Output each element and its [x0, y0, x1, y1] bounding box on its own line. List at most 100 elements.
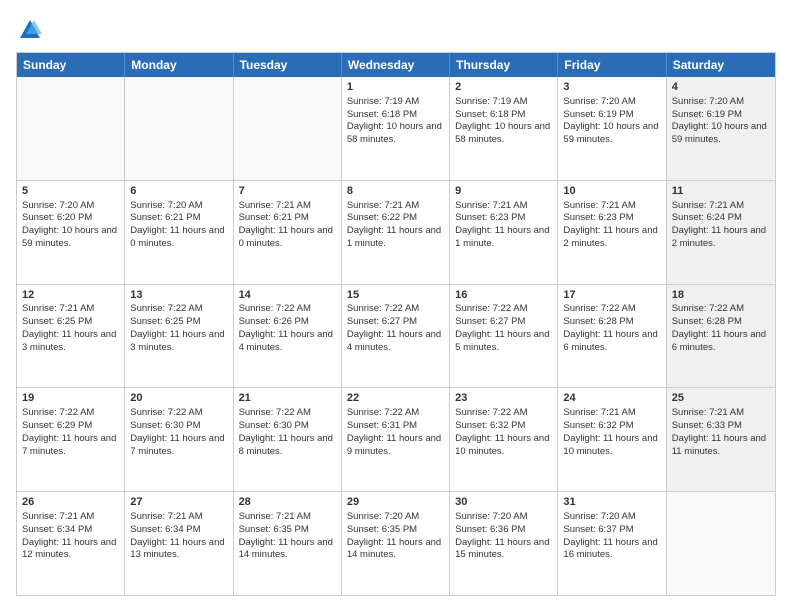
cal-cell-r0-c0 — [17, 77, 125, 180]
day-info-line: Daylight: 11 hours and 8 minutes. — [239, 433, 336, 459]
day-info-line: Daylight: 11 hours and 5 minutes. — [455, 329, 552, 355]
day-info-line: Daylight: 10 hours and 58 minutes. — [455, 121, 552, 147]
cal-cell-r0-c3: 1Sunrise: 7:19 AMSunset: 6:18 PMDaylight… — [342, 77, 450, 180]
day-info-line: Sunset: 6:20 PM — [22, 212, 119, 225]
calendar-header: SundayMondayTuesdayWednesdayThursdayFrid… — [17, 53, 775, 77]
day-number: 14 — [239, 288, 336, 303]
day-number: 26 — [22, 495, 119, 510]
day-info-line: Sunset: 6:28 PM — [563, 316, 660, 329]
cal-cell-r3-c1: 20Sunrise: 7:22 AMSunset: 6:30 PMDayligh… — [125, 388, 233, 491]
day-number: 2 — [455, 80, 552, 95]
day-info-line: Sunrise: 7:21 AM — [672, 200, 770, 213]
cal-cell-r1-c6: 11Sunrise: 7:21 AMSunset: 6:24 PMDayligh… — [667, 181, 775, 284]
day-number: 29 — [347, 495, 444, 510]
day-info-line: Daylight: 11 hours and 10 minutes. — [563, 433, 660, 459]
day-number: 6 — [130, 184, 227, 199]
day-info-line: Sunrise: 7:22 AM — [130, 407, 227, 420]
day-info-line: Daylight: 11 hours and 6 minutes. — [563, 329, 660, 355]
day-info-line: Sunset: 6:22 PM — [347, 212, 444, 225]
day-info-line: Sunset: 6:34 PM — [22, 524, 119, 537]
day-number: 10 — [563, 184, 660, 199]
day-info-line: Daylight: 11 hours and 12 minutes. — [22, 537, 119, 563]
day-info-line: Daylight: 11 hours and 0 minutes. — [239, 225, 336, 251]
page: SundayMondayTuesdayWednesdayThursdayFrid… — [0, 0, 792, 612]
calendar-body: 1Sunrise: 7:19 AMSunset: 6:18 PMDaylight… — [17, 77, 775, 595]
day-info-line: Daylight: 11 hours and 1 minute. — [347, 225, 444, 251]
day-info-line: Sunrise: 7:20 AM — [347, 511, 444, 524]
day-info-line: Sunset: 6:33 PM — [672, 420, 770, 433]
day-info-line: Sunrise: 7:21 AM — [347, 200, 444, 213]
day-info-line: Sunset: 6:19 PM — [563, 109, 660, 122]
cal-cell-r2-c4: 16Sunrise: 7:22 AMSunset: 6:27 PMDayligh… — [450, 285, 558, 388]
day-number: 8 — [347, 184, 444, 199]
day-info-line: Daylight: 11 hours and 14 minutes. — [347, 537, 444, 563]
day-info-line: Daylight: 11 hours and 4 minutes. — [347, 329, 444, 355]
cal-cell-r4-c6 — [667, 492, 775, 595]
day-info-line: Sunrise: 7:21 AM — [672, 407, 770, 420]
day-info-line: Sunrise: 7:20 AM — [672, 96, 770, 109]
day-info-line: Sunset: 6:29 PM — [22, 420, 119, 433]
day-info-line: Sunset: 6:31 PM — [347, 420, 444, 433]
day-number: 9 — [455, 184, 552, 199]
day-info-line: Daylight: 11 hours and 7 minutes. — [130, 433, 227, 459]
day-info-line: Daylight: 11 hours and 11 minutes. — [672, 433, 770, 459]
day-info-line: Sunset: 6:25 PM — [22, 316, 119, 329]
cal-row-0: 1Sunrise: 7:19 AMSunset: 6:18 PMDaylight… — [17, 77, 775, 180]
day-number: 7 — [239, 184, 336, 199]
day-info-line: Sunset: 6:35 PM — [239, 524, 336, 537]
day-info-line: Sunrise: 7:19 AM — [347, 96, 444, 109]
day-info-line: Sunset: 6:27 PM — [455, 316, 552, 329]
day-info-line: Sunrise: 7:21 AM — [239, 511, 336, 524]
day-info-line: Sunset: 6:25 PM — [130, 316, 227, 329]
day-number: 12 — [22, 288, 119, 303]
day-number: 1 — [347, 80, 444, 95]
day-number: 24 — [563, 391, 660, 406]
day-info-line: Sunrise: 7:20 AM — [563, 96, 660, 109]
day-number: 13 — [130, 288, 227, 303]
cal-cell-r3-c4: 23Sunrise: 7:22 AMSunset: 6:32 PMDayligh… — [450, 388, 558, 491]
cal-cell-r1-c4: 9Sunrise: 7:21 AMSunset: 6:23 PMDaylight… — [450, 181, 558, 284]
cal-header-thursday: Thursday — [450, 53, 558, 77]
day-info-line: Daylight: 11 hours and 3 minutes. — [22, 329, 119, 355]
cal-header-tuesday: Tuesday — [234, 53, 342, 77]
day-info-line: Sunset: 6:36 PM — [455, 524, 552, 537]
cal-cell-r0-c1 — [125, 77, 233, 180]
day-info-line: Daylight: 11 hours and 15 minutes. — [455, 537, 552, 563]
day-info-line: Sunrise: 7:21 AM — [130, 511, 227, 524]
cal-cell-r2-c0: 12Sunrise: 7:21 AMSunset: 6:25 PMDayligh… — [17, 285, 125, 388]
cal-row-2: 12Sunrise: 7:21 AMSunset: 6:25 PMDayligh… — [17, 284, 775, 388]
day-info-line: Daylight: 10 hours and 59 minutes. — [672, 121, 770, 147]
day-info-line: Sunset: 6:26 PM — [239, 316, 336, 329]
day-number: 23 — [455, 391, 552, 406]
cal-row-3: 19Sunrise: 7:22 AMSunset: 6:29 PMDayligh… — [17, 387, 775, 491]
cal-cell-r1-c1: 6Sunrise: 7:20 AMSunset: 6:21 PMDaylight… — [125, 181, 233, 284]
day-info-line: Sunset: 6:35 PM — [347, 524, 444, 537]
day-number: 18 — [672, 288, 770, 303]
day-info-line: Sunset: 6:32 PM — [563, 420, 660, 433]
cal-header-sunday: Sunday — [17, 53, 125, 77]
day-info-line: Daylight: 11 hours and 13 minutes. — [130, 537, 227, 563]
day-number: 22 — [347, 391, 444, 406]
day-info-line: Sunset: 6:18 PM — [455, 109, 552, 122]
cal-cell-r4-c2: 28Sunrise: 7:21 AMSunset: 6:35 PMDayligh… — [234, 492, 342, 595]
day-info-line: Sunrise: 7:22 AM — [347, 407, 444, 420]
day-info-line: Sunset: 6:19 PM — [672, 109, 770, 122]
day-number: 27 — [130, 495, 227, 510]
cal-cell-r3-c6: 25Sunrise: 7:21 AMSunset: 6:33 PMDayligh… — [667, 388, 775, 491]
day-info-line: Daylight: 11 hours and 4 minutes. — [239, 329, 336, 355]
day-info-line: Sunrise: 7:22 AM — [130, 303, 227, 316]
day-info-line: Sunset: 6:28 PM — [672, 316, 770, 329]
day-info-line: Sunset: 6:30 PM — [130, 420, 227, 433]
cal-cell-r3-c0: 19Sunrise: 7:22 AMSunset: 6:29 PMDayligh… — [17, 388, 125, 491]
cal-cell-r1-c0: 5Sunrise: 7:20 AMSunset: 6:20 PMDaylight… — [17, 181, 125, 284]
day-info-line: Daylight: 11 hours and 2 minutes. — [563, 225, 660, 251]
day-info-line: Sunset: 6:24 PM — [672, 212, 770, 225]
day-info-line: Sunrise: 7:20 AM — [130, 200, 227, 213]
cal-cell-r0-c6: 4Sunrise: 7:20 AMSunset: 6:19 PMDaylight… — [667, 77, 775, 180]
day-info-line: Sunrise: 7:20 AM — [563, 511, 660, 524]
day-number: 30 — [455, 495, 552, 510]
cal-row-4: 26Sunrise: 7:21 AMSunset: 6:34 PMDayligh… — [17, 491, 775, 595]
cal-cell-r0-c2 — [234, 77, 342, 180]
day-info-line: Daylight: 11 hours and 14 minutes. — [239, 537, 336, 563]
logo — [16, 16, 48, 44]
